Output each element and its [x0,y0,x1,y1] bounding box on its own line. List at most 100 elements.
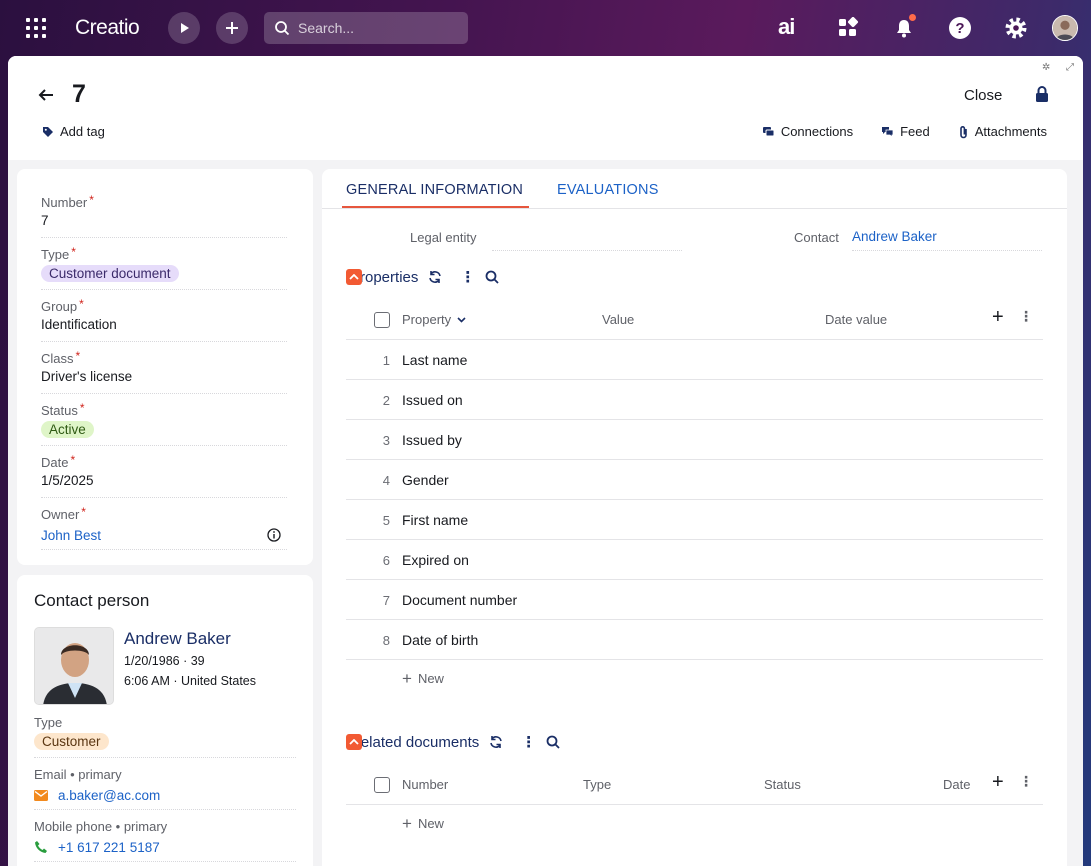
number-column-header[interactable]: Number [402,777,448,792]
properties-section-header: Properties ⋮ [346,268,500,286]
refresh-icon[interactable] [489,735,503,749]
add-tag-label: Add tag [60,124,105,139]
table-header-divider [346,804,1043,805]
legal-entity-field[interactable] [492,229,682,251]
help-icon[interactable]: ? [946,14,974,42]
phone-link[interactable]: +1 617 221 5187 [58,840,160,855]
collapse-chevron-icon[interactable] [346,734,362,750]
number-label: Number * [41,193,287,210]
plus-icon [226,22,238,34]
row-number: 5 [382,513,390,528]
type-value-wrap: Customer document [41,265,287,285]
search-input[interactable]: Search... [264,12,468,44]
date-value-column-header[interactable]: Date value [825,312,887,327]
info-icon[interactable] [267,528,281,542]
connections-button[interactable]: Connections [762,124,853,139]
ai-assistant-button[interactable]: ai [778,14,795,40]
value-column-header[interactable]: Value [602,312,634,327]
table-row[interactable]: 8 Date of birth [346,620,1043,660]
table-row[interactable]: 7 Document number [346,580,1043,620]
feed-button[interactable]: Feed [881,124,930,139]
type-field[interactable]: Type * Customer document [41,245,287,290]
status-column-header[interactable]: Status [764,777,801,792]
required-mark: * [75,349,81,363]
owner-label: Owner * [41,505,287,522]
row-property: Issued on [402,392,463,408]
select-all-checkbox[interactable] [374,777,390,793]
new-label: New [417,816,444,831]
email-link[interactable]: a.baker@ac.com [58,788,160,803]
phone-icon[interactable] [34,840,48,854]
owner-value-wrap: John Best [41,525,287,545]
app-launcher-icon[interactable] [24,16,48,40]
more-options-icon[interactable]: ⋮ [521,733,536,751]
row-property: Issued by [402,432,462,448]
contact-local-time: 6:06 AM · United States [124,674,257,688]
add-row-plus-icon[interactable]: + [992,771,1004,794]
table-row[interactable]: 6 Expired on [346,540,1043,580]
contact-name[interactable]: Andrew Baker [124,629,231,649]
connections-label: Connections [780,124,854,139]
required-mark: * [81,505,86,519]
lock-icon[interactable] [1035,86,1049,107]
table-row[interactable]: 1 Last name [346,340,1043,380]
collapse-chevron-icon[interactable] [346,269,362,285]
row-number: 1 [382,353,390,368]
svg-text:?: ? [955,20,964,37]
table-row[interactable]: 4 Gender [346,460,1043,500]
record-page: ✲ ⤢ 7 Close Add tag Connections Feed Att [8,56,1083,866]
tab-general-information[interactable]: GENERAL INFORMATION [346,182,523,198]
table-row[interactable]: 3 Issued by [346,420,1043,460]
run-process-button[interactable] [168,12,200,44]
create-button[interactable] [216,12,248,44]
user-avatar[interactable] [1052,15,1078,41]
notifications-bell-icon[interactable] [890,14,918,42]
status-field[interactable]: Status * Active [41,401,287,446]
date-field[interactable]: Date * 1/5/2025 [41,453,287,498]
owner-link[interactable]: John Best [41,528,101,543]
class-label: Class * [41,349,287,366]
active-tab-indicator [342,206,529,208]
attachments-button[interactable]: Attachments [958,124,1047,139]
add-tag-button[interactable]: Add tag [42,124,105,139]
date-label: Date * [41,453,287,470]
number-value: 7 [41,213,49,228]
type-column-header[interactable]: Type [583,777,611,792]
related-documents-section-header: Related documents ⋮ [346,733,560,751]
select-all-checkbox[interactable] [374,312,390,328]
column-options-icon[interactable]: ⋮ [1019,308,1033,325]
properties-new-button[interactable]: + New [402,670,444,687]
related-new-button[interactable]: + New [402,815,444,832]
search-icon[interactable] [485,270,500,284]
logo[interactable]: Creatio [75,16,140,40]
column-options-icon[interactable]: ⋮ [1019,773,1033,790]
owner-field[interactable]: Owner * John Best [41,505,287,550]
back-arrow-icon[interactable] [38,86,54,109]
add-row-plus-icon[interactable]: + [992,306,1004,329]
page-settings-icon[interactable]: ✲ [1042,62,1050,73]
settings-gear-icon[interactable] [1002,14,1030,42]
contact-field-link[interactable]: Andrew Baker [852,229,1042,251]
number-field[interactable]: Number * 7 [41,193,287,238]
apps-icon[interactable] [834,14,862,42]
group-field[interactable]: Group * Identification [41,297,287,342]
row-number: 8 [382,633,390,648]
expand-icon[interactable]: ⤢ [1066,62,1074,73]
table-row[interactable]: 2 Issued on [346,380,1043,420]
more-options-icon[interactable]: ⋮ [460,268,475,286]
email-field: Email • primary a.baker@ac.com [34,767,296,810]
search-icon[interactable] [546,735,560,749]
date-column-header[interactable]: Date [943,777,970,792]
plus-icon: + [402,814,412,833]
row-number: 3 [382,433,390,448]
status-value-wrap: Active [41,421,287,441]
table-row[interactable]: 5 First name [346,500,1043,540]
required-mark: * [79,401,85,415]
refresh-icon[interactable] [428,270,442,284]
class-field[interactable]: Class * Driver's license [41,349,287,394]
close-button[interactable]: Close [964,87,1002,104]
tab-evaluations[interactable]: EVALUATIONS [557,182,659,198]
contact-type-chip: Customer [34,733,109,750]
type-label-text: Type [41,247,70,262]
property-column-header[interactable]: Property [402,312,466,327]
